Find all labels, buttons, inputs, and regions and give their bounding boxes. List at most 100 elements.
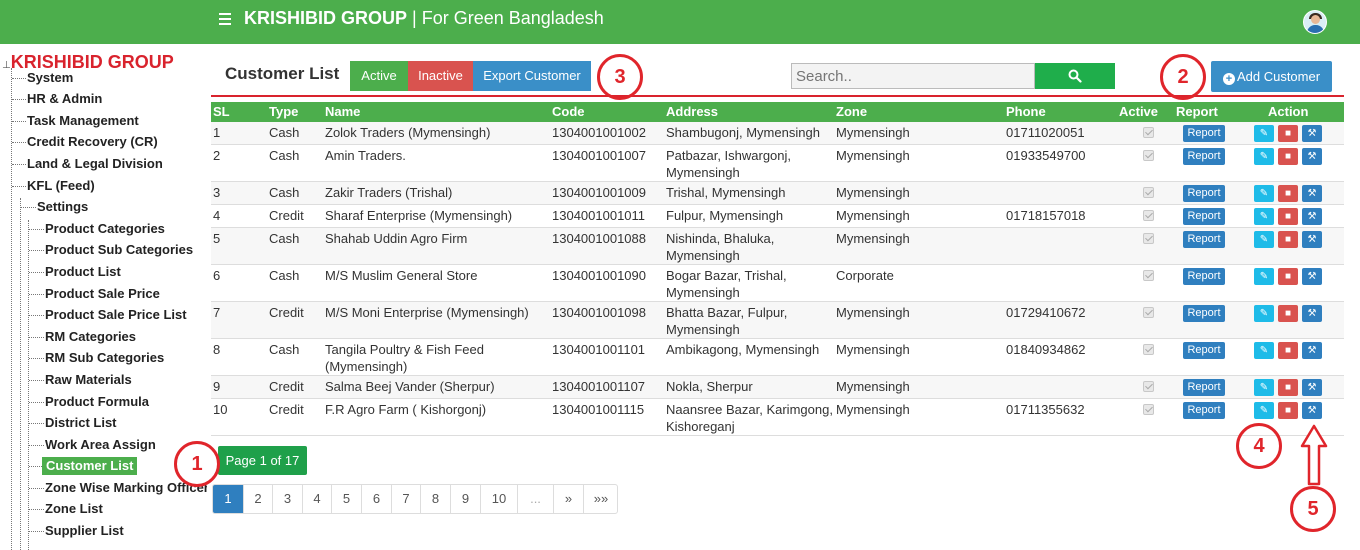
pagination-page-3[interactable]: 3 — [272, 485, 302, 513]
hamburger-icon[interactable] — [219, 13, 231, 25]
report-button[interactable]: Report — [1183, 125, 1225, 142]
trash-icon[interactable]: ■ — [1278, 148, 1298, 165]
trash-icon[interactable]: ■ — [1278, 125, 1298, 142]
search-input[interactable] — [791, 63, 1035, 89]
wrench-icon[interactable]: ⚒ — [1302, 379, 1322, 396]
report-button[interactable]: Report — [1183, 185, 1225, 202]
report-button[interactable]: Report — [1183, 268, 1225, 285]
sidebar-item-product-sale-price-list[interactable]: Product Sale Price List — [45, 306, 187, 324]
active-checkbox[interactable] — [1143, 307, 1154, 318]
wrench-icon[interactable]: ⚒ — [1302, 125, 1322, 142]
active-checkbox[interactable] — [1143, 270, 1154, 281]
trash-icon[interactable]: ■ — [1278, 208, 1298, 225]
active-checkbox[interactable] — [1143, 233, 1154, 244]
sidebar-item-raw-materials[interactable]: Raw Materials — [45, 371, 132, 389]
sidebar-item-rm-sub-categories[interactable]: RM Sub Categories — [45, 349, 164, 367]
sidebar-item-system[interactable]: System — [27, 69, 73, 87]
sidebar-item-customer-list[interactable]: Customer List — [42, 457, 138, 475]
sidebar-item-settings[interactable]: Settings — [37, 198, 88, 216]
report-button[interactable]: Report — [1183, 208, 1225, 225]
wrench-icon[interactable]: ⚒ — [1302, 231, 1322, 248]
column-header-code[interactable]: Code — [552, 102, 585, 122]
edit-icon[interactable]: ✎ — [1254, 185, 1274, 202]
sidebar-item-product-categories[interactable]: Product Categories — [45, 220, 165, 238]
sidebar-item-district-list[interactable]: District List — [45, 414, 117, 432]
pagination-page-10[interactable]: 10 — [480, 485, 517, 513]
edit-icon[interactable]: ✎ — [1254, 125, 1274, 142]
pagination-page-4[interactable]: 4 — [302, 485, 331, 513]
trash-icon[interactable]: ■ — [1278, 185, 1298, 202]
sidebar-item-product-formula[interactable]: Product Formula — [45, 393, 149, 411]
sidebar-item-task-management[interactable]: Task Management — [27, 112, 139, 130]
column-header-zone[interactable]: Zone — [836, 102, 867, 122]
trash-icon[interactable]: ■ — [1278, 268, 1298, 285]
sidebar-item-credit-recovery-cr[interactable]: Credit Recovery (CR) — [27, 133, 158, 151]
wrench-icon[interactable]: ⚒ — [1302, 342, 1322, 359]
column-header-active[interactable]: Active — [1119, 102, 1158, 122]
pagination-page-7[interactable]: 7 — [391, 485, 420, 513]
edit-icon[interactable]: ✎ — [1254, 379, 1274, 396]
wrench-icon[interactable]: ⚒ — [1302, 185, 1322, 202]
add-customer-button[interactable]: + Add Customer — [1211, 61, 1332, 92]
pagination-last[interactable]: »» — [583, 485, 617, 513]
sidebar-item-product-sub-categories[interactable]: Product Sub Categories — [45, 241, 193, 259]
trash-icon[interactable]: ■ — [1278, 402, 1298, 419]
pagination-page-1[interactable]: 1 — [213, 485, 243, 513]
active-checkbox[interactable] — [1143, 187, 1154, 198]
export-customer-button[interactable]: Export Customer — [473, 61, 591, 91]
column-header-sl[interactable]: SL — [213, 102, 230, 122]
active-filter-button[interactable]: Active — [350, 61, 408, 91]
sidebar-item-zone-list[interactable]: Zone List — [45, 500, 103, 518]
pagination-page-2[interactable]: 2 — [243, 485, 272, 513]
column-header-name[interactable]: Name — [325, 102, 360, 122]
pagination-page-9[interactable]: 9 — [450, 485, 480, 513]
edit-icon[interactable]: ✎ — [1254, 148, 1274, 165]
edit-icon[interactable]: ✎ — [1254, 268, 1274, 285]
active-checkbox[interactable] — [1143, 210, 1154, 221]
active-checkbox[interactable] — [1143, 344, 1154, 355]
active-checkbox[interactable] — [1143, 381, 1154, 392]
pagination-next[interactable]: » — [553, 485, 583, 513]
trash-icon[interactable]: ■ — [1278, 379, 1298, 396]
sidebar-item-product-list[interactable]: Product List — [45, 263, 121, 281]
active-checkbox[interactable] — [1143, 150, 1154, 161]
trash-icon[interactable]: ■ — [1278, 305, 1298, 322]
report-button[interactable]: Report — [1183, 305, 1225, 322]
wrench-icon[interactable]: ⚒ — [1302, 148, 1322, 165]
sidebar-item-product-sale-price[interactable]: Product Sale Price — [45, 285, 160, 303]
sidebar-item-kfl-feed[interactable]: KFL (Feed) — [27, 177, 95, 195]
inactive-filter-button[interactable]: Inactive — [408, 61, 473, 91]
sidebar-item-hr-admin[interactable]: HR & Admin — [27, 90, 102, 108]
trash-icon[interactable]: ■ — [1278, 231, 1298, 248]
avatar[interactable] — [1303, 10, 1327, 34]
column-header-address[interactable]: Address — [666, 102, 718, 122]
edit-icon[interactable]: ✎ — [1254, 342, 1274, 359]
search-button[interactable] — [1035, 63, 1115, 89]
pagination-page-5[interactable]: 5 — [331, 485, 361, 513]
wrench-icon[interactable]: ⚒ — [1302, 402, 1322, 419]
trash-icon[interactable]: ■ — [1278, 342, 1298, 359]
active-checkbox[interactable] — [1143, 404, 1154, 415]
report-button[interactable]: Report — [1183, 402, 1225, 419]
wrench-icon[interactable]: ⚒ — [1302, 268, 1322, 285]
edit-icon[interactable]: ✎ — [1254, 305, 1274, 322]
wrench-icon[interactable]: ⚒ — [1302, 208, 1322, 225]
column-header-report[interactable]: Report — [1176, 102, 1218, 122]
pagination-page-8[interactable]: 8 — [420, 485, 450, 513]
app-brand[interactable]: KRISHIBID GROUP | For Green Bangladesh — [244, 8, 604, 29]
sidebar-item-work-area-assign[interactable]: Work Area Assign — [45, 436, 156, 454]
edit-icon[interactable]: ✎ — [1254, 231, 1274, 248]
wrench-icon[interactable]: ⚒ — [1302, 305, 1322, 322]
report-button[interactable]: Report — [1183, 148, 1225, 165]
column-header-phone[interactable]: Phone — [1006, 102, 1046, 122]
sidebar-item-rm-categories[interactable]: RM Categories — [45, 328, 136, 346]
column-header-type[interactable]: Type — [269, 102, 298, 122]
edit-icon[interactable]: ✎ — [1254, 208, 1274, 225]
column-header-action[interactable]: Action — [1268, 102, 1308, 122]
pagination-page-6[interactable]: 6 — [361, 485, 391, 513]
sidebar-item-supplier-list[interactable]: Supplier List — [45, 522, 124, 540]
report-button[interactable]: Report — [1183, 231, 1225, 248]
sidebar-item-land-legal-division[interactable]: Land & Legal Division — [27, 155, 163, 173]
report-button[interactable]: Report — [1183, 342, 1225, 359]
report-button[interactable]: Report — [1183, 379, 1225, 396]
